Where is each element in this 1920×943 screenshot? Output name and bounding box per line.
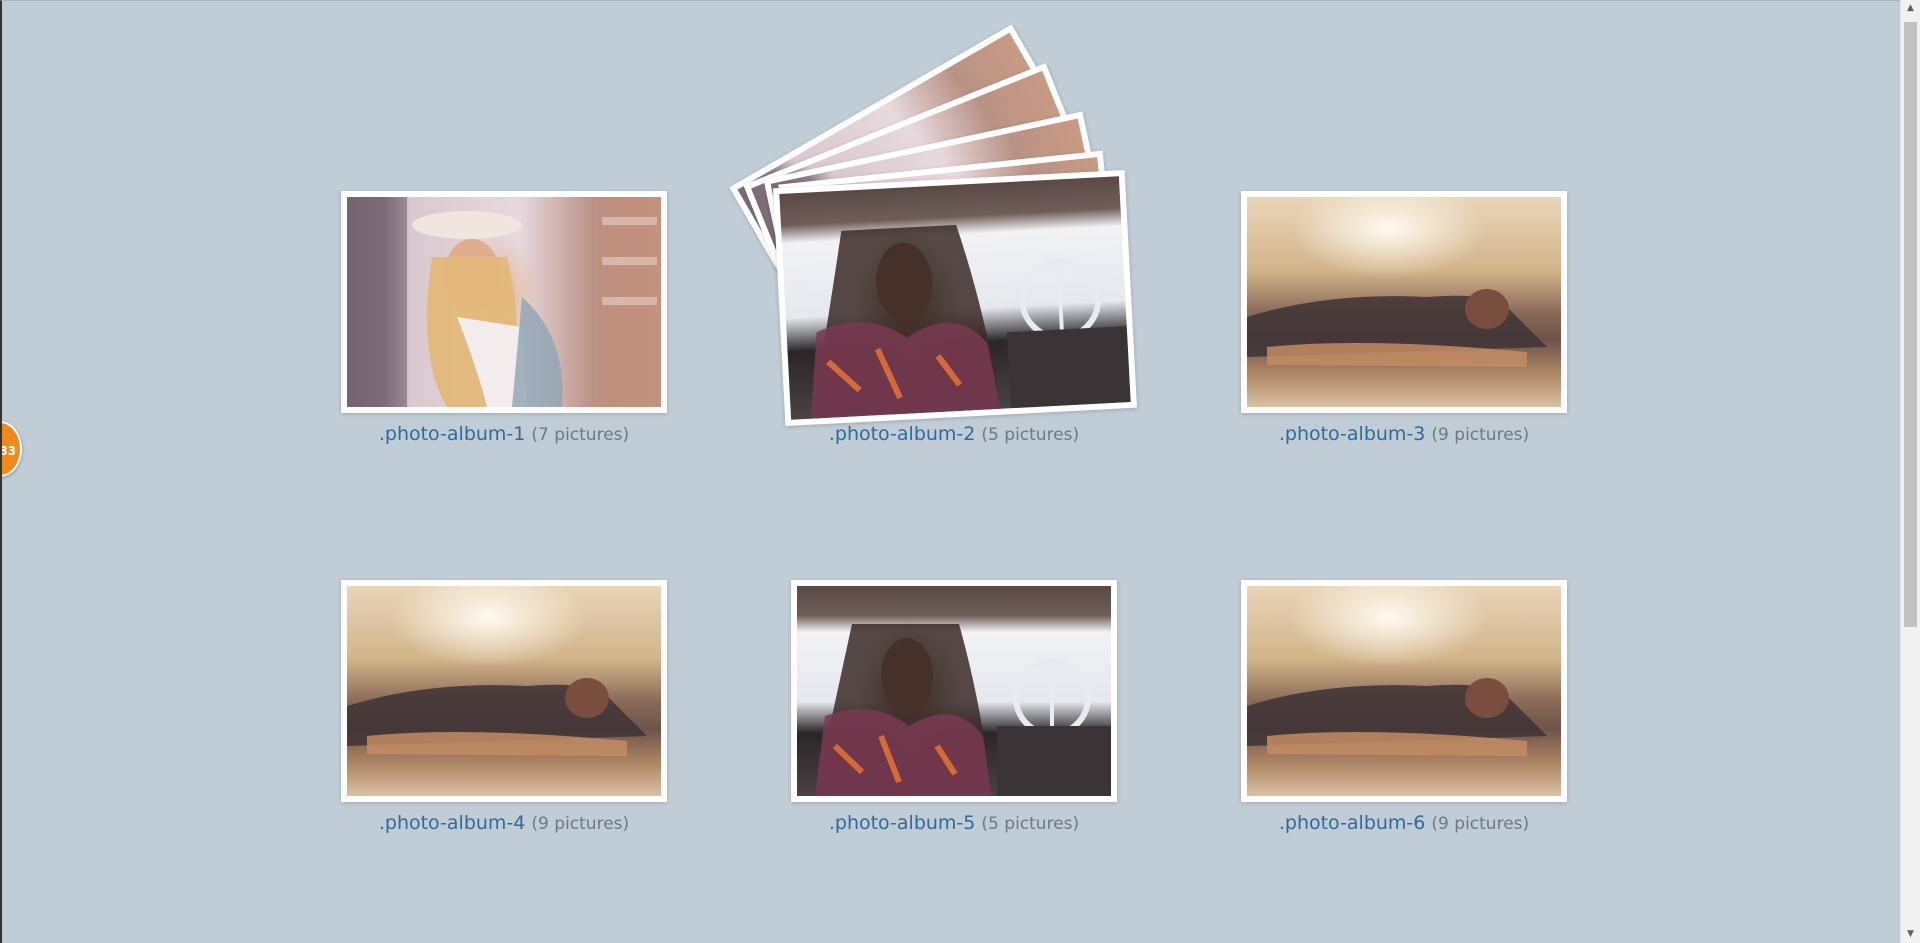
album-cover-photo[interactable] — [1241, 580, 1567, 802]
album-caption: .photo-album-6 (9 pictures) — [1241, 812, 1567, 834]
album-link[interactable]: .photo-album-3 — [1279, 423, 1426, 445]
scroll-down-arrow-icon[interactable]: ▼ — [1901, 926, 1920, 943]
photo-stack[interactable] — [341, 580, 667, 802]
album-cover-photo[interactable] — [791, 580, 1117, 802]
scroll-up-arrow-icon[interactable]: ▲ — [1901, 0, 1920, 17]
woman-lying-on-leaves-image — [1247, 586, 1561, 796]
album-picture-count: (9 pictures) — [531, 814, 630, 834]
woman-lying-on-leaves-image — [1247, 197, 1561, 407]
album-link[interactable]: .photo-album-2 — [829, 423, 976, 445]
album-card-1[interactable]: .photo-album-1 (7 pictures) — [341, 191, 667, 445]
album-card-4[interactable]: .photo-album-4 (9 pictures) — [341, 580, 667, 834]
photo-stack[interactable] — [729, 24, 1137, 427]
woman-in-hat-image — [347, 197, 661, 407]
album-caption: .photo-album-1 (7 pictures) — [341, 423, 667, 445]
album-cover-photo[interactable] — [1241, 191, 1567, 413]
album-caption: .photo-album-5 (5 pictures) — [791, 812, 1117, 834]
album-link[interactable]: .photo-album-5 — [829, 812, 976, 834]
album-picture-count: (5 pictures) — [981, 425, 1080, 445]
album-card-6[interactable]: .photo-album-6 (9 pictures) — [1241, 580, 1567, 834]
woman-in-car-image — [797, 586, 1111, 796]
gallery-viewport: 83 .photo-album-1 (7 pictures) .photo-al… — [0, 0, 1900, 943]
album-link[interactable]: .photo-album-6 — [1279, 812, 1426, 834]
album-cover-photo[interactable] — [773, 169, 1137, 427]
photo-stack[interactable] — [791, 580, 1117, 802]
photo-stack[interactable] — [1241, 191, 1567, 413]
album-link[interactable]: .photo-album-4 — [379, 812, 526, 834]
album-link[interactable]: .photo-album-1 — [379, 423, 526, 445]
album-cover-photo[interactable] — [341, 191, 667, 413]
album-picture-count: (7 pictures) — [531, 425, 630, 445]
album-picture-count: (5 pictures) — [981, 814, 1080, 834]
album-card-5[interactable]: .photo-album-5 (5 pictures) — [791, 580, 1117, 834]
scrollbar-thumb[interactable] — [1904, 22, 1917, 627]
notification-badge[interactable]: 83 — [2, 421, 22, 477]
album-picture-count: (9 pictures) — [1431, 425, 1530, 445]
photo-stack[interactable] — [1241, 580, 1567, 802]
woman-lying-on-leaves-image — [347, 586, 661, 796]
album-caption: .photo-album-2 (5 pictures) — [791, 423, 1117, 445]
album-picture-count: (9 pictures) — [1431, 814, 1530, 834]
woman-in-car-image — [779, 176, 1131, 420]
album-caption: .photo-album-4 (9 pictures) — [341, 812, 667, 834]
album-card-3[interactable]: .photo-album-3 (9 pictures) — [1241, 191, 1567, 445]
vertical-scrollbar[interactable]: ▲ ▼ — [1900, 0, 1920, 943]
album-card-2[interactable]: .photo-album-2 (5 pictures) — [729, 24, 1137, 445]
album-caption: .photo-album-3 (9 pictures) — [1241, 423, 1567, 445]
photo-stack[interactable] — [341, 191, 667, 413]
album-cover-photo[interactable] — [341, 580, 667, 802]
